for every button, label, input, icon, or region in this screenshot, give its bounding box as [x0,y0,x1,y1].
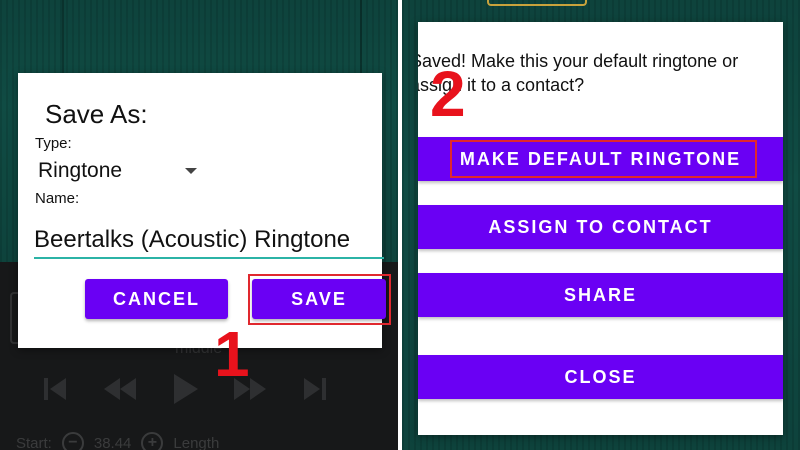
dialog-title: Save As: [45,99,148,129]
step-number-2: 2 [430,58,466,130]
name-label: Name: [35,190,80,207]
step-number-1: 1 [214,318,250,390]
selection-handle [487,0,587,6]
type-select[interactable]: Ringtone [38,159,122,183]
left-screenshot-panel: middle Start: − 38.44 + Length Save As: … [0,0,398,450]
make-default-highlight-box [450,140,757,178]
saved-message: Saved! Make this your default ringtone o… [418,51,739,95]
dropdown-arrow-icon[interactable] [185,168,197,174]
type-label: Type: [35,135,72,152]
cancel-button[interactable]: CANCEL [85,279,228,319]
name-input[interactable]: Beertalks (Acoustic) Ringtone [34,221,384,259]
right-screenshot-panel: Saved! Make this your default ringtone o… [402,0,800,450]
share-button[interactable]: SHARE [418,273,783,317]
saved-dialog: Saved! Make this your default ringtone o… [418,22,783,435]
save-highlight-box [248,274,391,325]
assign-to-contact-button[interactable]: ASSIGN TO CONTACT [418,205,783,249]
close-button[interactable]: CLOSE [418,355,783,399]
